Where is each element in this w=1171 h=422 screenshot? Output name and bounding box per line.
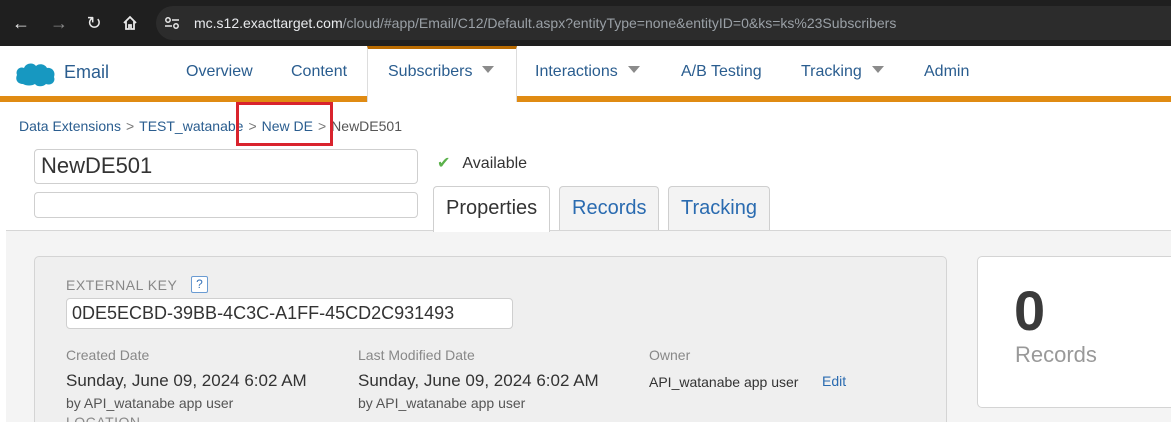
owner-label: Owner bbox=[649, 347, 691, 363]
tab-properties-label: Properties bbox=[446, 197, 538, 219]
breadcrumb-test-watanabe[interactable]: TEST_watanabe bbox=[139, 118, 243, 134]
nav-overview[interactable]: Overview bbox=[186, 46, 253, 96]
created-date-label: Created Date bbox=[66, 347, 150, 363]
breadcrumb-data-extensions[interactable]: Data Extensions bbox=[19, 118, 121, 134]
breadcrumb: Data Extensions > TEST_watanabe > New DE > New… bbox=[19, 118, 402, 134]
location-label: LOCATION bbox=[66, 414, 141, 422]
status-indicator: ✔ Available bbox=[437, 153, 527, 173]
chevron-down-icon bbox=[482, 66, 495, 74]
modified-by: by API_watanabe app user bbox=[358, 395, 526, 411]
nav-tracking[interactable]: Tracking bbox=[801, 46, 884, 96]
created-date-value: Sunday, June 09, 2024 6:02 AM bbox=[66, 371, 307, 390]
reload-icon[interactable]: ↻ bbox=[81, 10, 107, 36]
app-header: Email Overview Content Subscribers Inter… bbox=[0, 46, 1171, 102]
owner-value: API_watanabe app user bbox=[649, 374, 799, 390]
forward-arrow-icon[interactable]: → bbox=[46, 10, 72, 36]
address-bar[interactable]: mc.s12.exacttarget.com/cloud/#app/Email/… bbox=[156, 6, 1171, 40]
salesforce-cloud-icon bbox=[16, 63, 55, 87]
status-text: Available bbox=[462, 155, 528, 172]
nav-interactions[interactable]: Interactions bbox=[535, 46, 640, 96]
tab-records-label: Records bbox=[572, 197, 647, 219]
highlight-annotation-box bbox=[236, 102, 333, 146]
nav-subscribers-label: Subscribers bbox=[388, 63, 473, 80]
records-summary-card bbox=[977, 256, 1171, 408]
nav-subscribers[interactable]: Subscribers bbox=[367, 46, 517, 102]
nav-ab-testing-label: A/B Testing bbox=[681, 63, 762, 80]
nav-admin[interactable]: Admin bbox=[924, 46, 969, 96]
entity-description-field[interactable] bbox=[34, 192, 418, 218]
help-icon[interactable]: ? bbox=[191, 276, 208, 293]
home-icon[interactable] bbox=[117, 10, 143, 36]
chevron-down-icon bbox=[627, 66, 640, 74]
chevron-down-icon bbox=[871, 66, 884, 74]
site-info-icon[interactable] bbox=[162, 13, 182, 33]
back-arrow-icon[interactable]: ← bbox=[8, 10, 34, 36]
app-name[interactable]: Email bbox=[64, 62, 109, 83]
external-key-field[interactable]: 0DE5ECBD-39BB-4C3C-A1FF-45CD2C931493 bbox=[66, 298, 513, 329]
browser-toolbar: ← → ↻ mc.s12.exacttarget.com/cloud/#app/… bbox=[0, 0, 1171, 46]
url-path: /cloud/#app/Email/C12/Default.aspx?entit… bbox=[342, 15, 897, 31]
nav-tracking-label: Tracking bbox=[801, 63, 862, 80]
external-key-label: EXTERNAL KEY bbox=[66, 277, 178, 293]
content-left-edge bbox=[0, 230, 6, 422]
tab-tracking-label: Tracking bbox=[681, 197, 757, 219]
nav-content[interactable]: Content bbox=[291, 46, 347, 96]
tab-tracking[interactable]: Tracking bbox=[668, 186, 770, 230]
nav-interactions-label: Interactions bbox=[535, 63, 618, 80]
entity-name-field[interactable]: NewDE501 bbox=[34, 149, 418, 184]
url-host: mc.s12.exacttarget.com bbox=[194, 15, 343, 31]
records-label: Records bbox=[1015, 342, 1097, 367]
nav-overview-label: Overview bbox=[186, 63, 253, 80]
modified-date-value: Sunday, June 09, 2024 6:02 AM bbox=[358, 371, 599, 390]
nav-content-label: Content bbox=[291, 63, 348, 80]
records-count: 0 bbox=[1014, 279, 1046, 342]
check-icon: ✔ bbox=[437, 155, 451, 172]
nav-admin-label: Admin bbox=[924, 63, 970, 80]
tab-records[interactable]: Records bbox=[559, 186, 660, 230]
edit-owner-link[interactable]: Edit bbox=[822, 373, 846, 389]
url-text: mc.s12.exacttarget.com/cloud/#app/Email/… bbox=[194, 15, 896, 31]
breadcrumb-separator: > bbox=[125, 118, 135, 134]
nav-ab-testing[interactable]: A/B Testing bbox=[681, 46, 762, 96]
modified-date-label: Last Modified Date bbox=[358, 347, 475, 363]
created-by: by API_watanabe app user bbox=[66, 395, 234, 411]
tab-properties[interactable]: Properties bbox=[433, 186, 551, 232]
breadcrumb-current: NewDE501 bbox=[331, 118, 402, 134]
